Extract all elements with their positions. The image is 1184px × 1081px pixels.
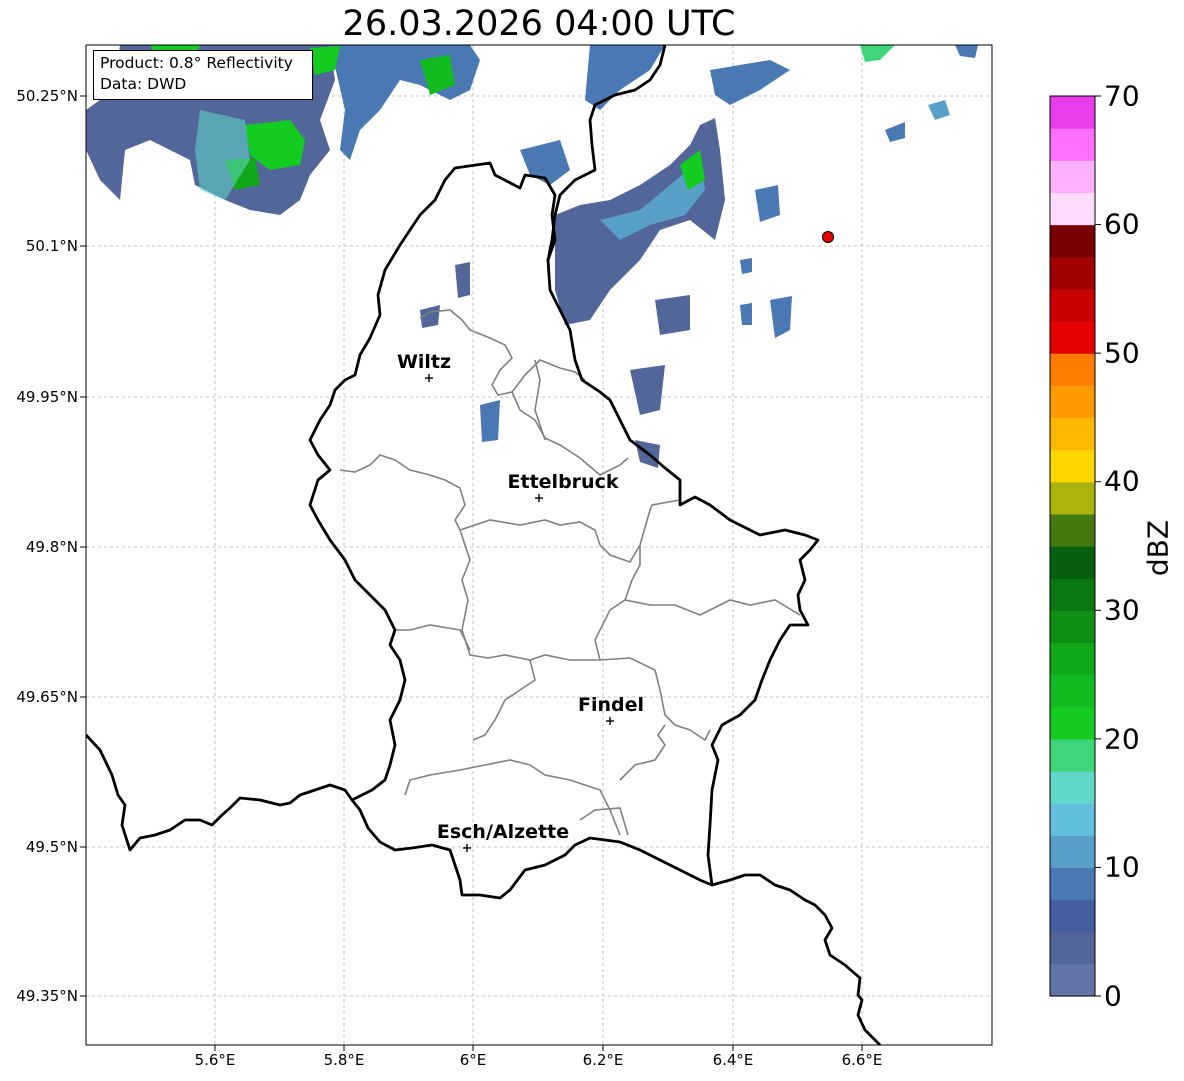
colorbar-tick-label: 30 <box>1104 593 1140 627</box>
lon-tick-label: 6.4°E <box>712 1051 754 1069</box>
lat-tick-label: 49.95°N <box>16 388 78 406</box>
colorbar-tick-label: 0 <box>1104 979 1122 1013</box>
colorbar-tick-label: 50 <box>1104 336 1140 370</box>
lat-tick-label: 49.5°N <box>25 838 78 856</box>
echo-scatter-5 <box>480 400 500 442</box>
lat-tick-label: 50.25°N <box>16 87 78 105</box>
echo-scatter-8 <box>740 258 752 274</box>
lat-tick-label: 49.65°N <box>16 688 78 706</box>
colorbar-tick-label: 70 <box>1104 79 1140 113</box>
lon-tick-label: 6.2°E <box>582 1051 624 1069</box>
colorbar-tick-label: 60 <box>1104 207 1140 241</box>
lon-tick-label: 6°E <box>459 1051 487 1069</box>
colorbar-label: dBZ <box>1141 519 1175 577</box>
location-marker <box>822 231 834 243</box>
city-label-wiltz: Wiltz <box>396 351 452 373</box>
colorbar-tick-label: 20 <box>1104 722 1140 756</box>
info-source: Data: DWD <box>100 75 187 93</box>
radar-map[interactable] <box>0 0 1184 1081</box>
colorbar-tick-label: 40 <box>1104 464 1140 498</box>
info-product: Product: 0.8° Reflectivity <box>100 54 293 72</box>
lon-tick-label: 5.6°E <box>194 1051 236 1069</box>
city-label-ettelbruck: Ettelbruck <box>507 471 619 493</box>
lat-tick-label: 49.8°N <box>25 538 78 556</box>
city-label-findel: Findel <box>577 694 645 716</box>
lat-tick-label: 50.1°N <box>25 237 78 255</box>
echo-scatter-3 <box>655 295 690 335</box>
colorbar-tick-label: 10 <box>1104 850 1140 884</box>
lon-tick-label: 5.8°E <box>323 1051 365 1069</box>
lon-tick-label: 6.6°E <box>841 1051 883 1069</box>
lat-tick-label: 49.35°N <box>16 987 78 1005</box>
info-box: Product: 0.8° Reflectivity Data: DWD <box>93 50 313 100</box>
city-label-esch: Esch/Alzette <box>436 821 570 843</box>
echo-scatter-9 <box>740 303 752 325</box>
